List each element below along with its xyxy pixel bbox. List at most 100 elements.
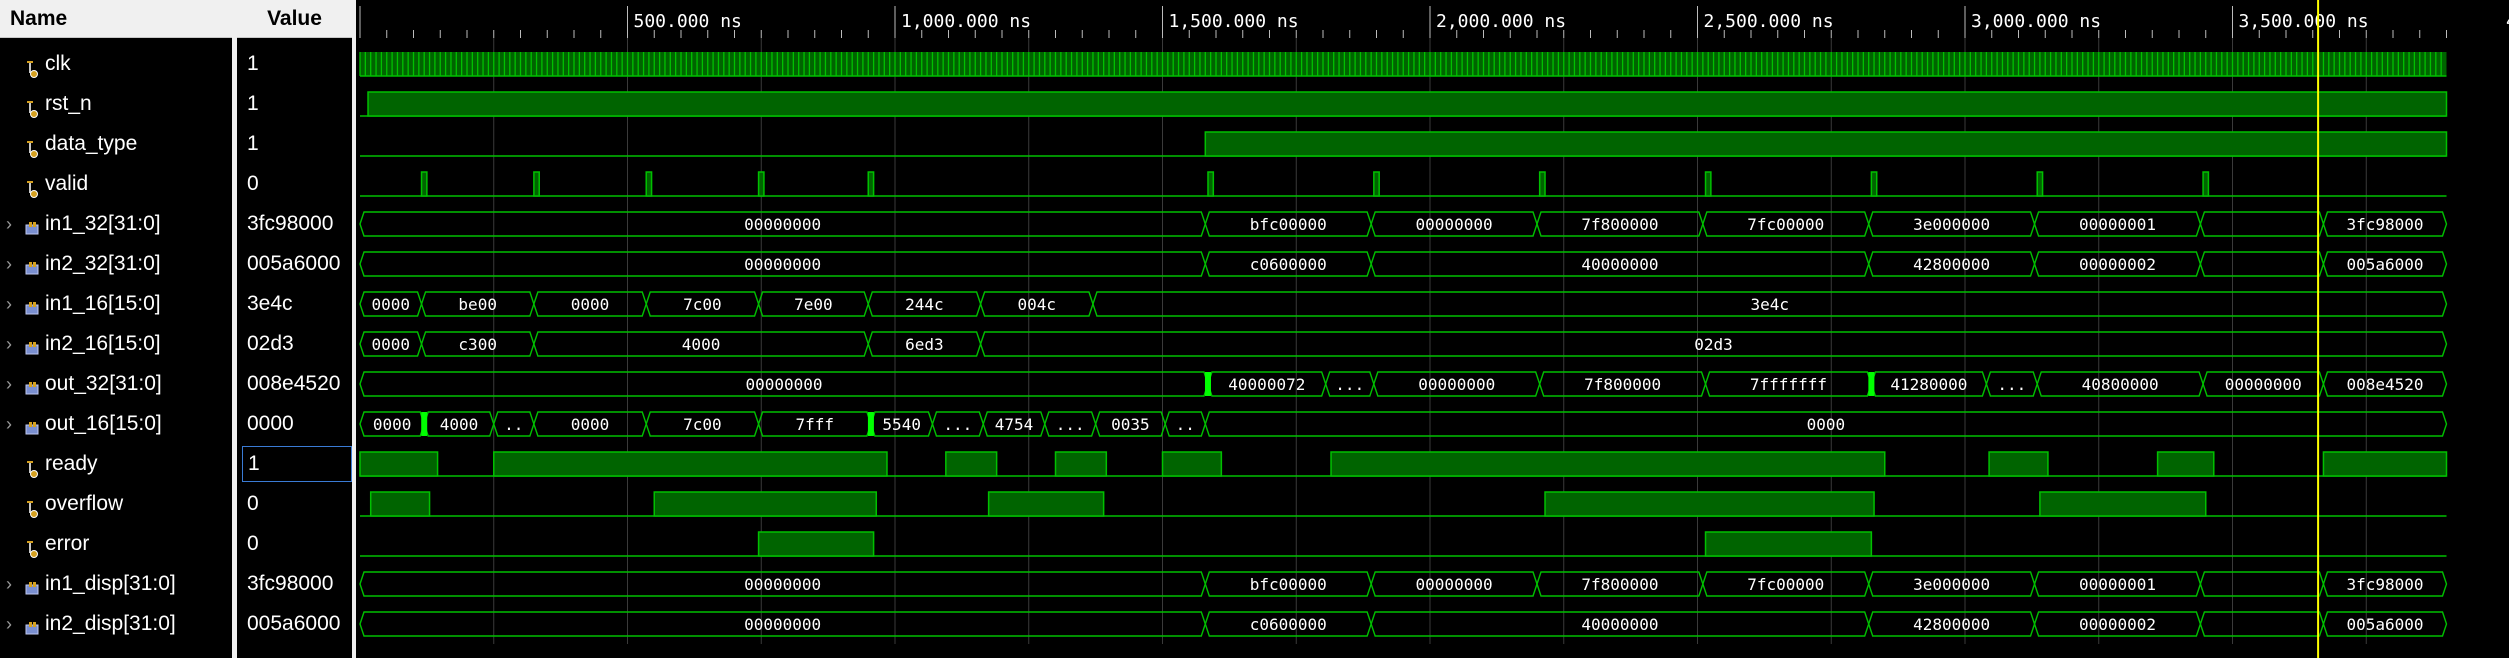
waveform-error[interactable] [360,531,2447,557]
name-column-header[interactable]: Name [0,0,232,38]
bit-high-pulse [1870,171,1878,197]
bus-value-label: 41280000 [1890,375,1967,394]
expand-chevron-icon[interactable]: › [6,604,12,644]
bit-high-pulse [2156,451,2215,477]
wire-icon [24,174,40,198]
bus-value-label: 4000 [440,415,479,434]
signal-value[interactable]: 3fc98000 [237,204,352,244]
signal-name: clk [45,52,71,75]
waveform-valid[interactable] [360,171,2447,197]
bus-value-label: 7c00 [683,295,722,314]
wire-icon [24,94,40,118]
expand-chevron-icon[interactable]: › [6,364,12,404]
signal-row-in2-disp[interactable]: › in2_disp[31:0] [0,604,232,644]
bus-value-label: 40000000 [1581,615,1658,634]
signal-value[interactable]: 3fc98000 [237,564,352,604]
waveform-in1-16[interactable]: 0000 be00 0000 7c00 7e00 244c 004c 3e4c [359,291,2448,317]
signal-row-data-type[interactable]: data_type [0,124,232,164]
bus-value-label: ... [1997,375,2026,394]
expand-chevron-icon[interactable]: › [6,244,12,284]
value-column-header[interactable]: Value [237,0,352,38]
bit-high-pulse [1330,451,1886,477]
waveform-canvas[interactable]: 500.000 ns 1,000.000 ns 1,500.000 ns 2,000.… [356,0,2509,658]
signal-row-ready[interactable]: ready [0,444,232,484]
bus-value-label: 00000000 [1416,575,1493,594]
waveform-in2-16[interactable]: 0000 c300 4000 6ed3 02d3 [359,331,2448,357]
bus-value-label: ... [943,415,972,434]
bus-value-label: 3e4c [1750,295,1789,314]
bus-value-label: c0600000 [1250,255,1327,274]
waveform-svg[interactable]: 500.000 ns 1,000.000 ns 1,500.000 ns 2,000.… [356,0,2509,658]
bit-high-pulse [757,531,875,557]
signal-row-in1-disp[interactable]: › in1_disp[31:0] [0,564,232,604]
bus-value-label: 4754 [995,415,1034,434]
signal-name: error [45,532,90,555]
waveform-out-16[interactable]: 0000 4000.. 0000 7c00 7fff 5540... 4754... 0035… [359,411,2448,437]
bus-value-label: 00000000 [1416,215,1493,234]
bus-value-label: 4000 [682,335,721,354]
bus-value-label: 0000 [373,415,412,434]
bus-value-label: 7fffffff [1750,375,1827,394]
expand-chevron-icon[interactable]: › [6,564,12,604]
waveform-data-type[interactable] [360,131,2448,157]
signal-row-out-16[interactable]: › out_16[15:0] [0,404,232,444]
expand-chevron-icon[interactable]: › [6,284,12,324]
signal-value[interactable]: 005a6000 [237,604,352,644]
signal-value[interactable]: 0 [237,164,352,204]
bus-value-label: 3fc98000 [2346,575,2423,594]
signal-row-clk[interactable]: clk [0,44,232,84]
bus-value-label: 7f800000 [1581,215,1658,234]
bus-value-label: 004c [1018,295,1057,314]
waveform-ready[interactable] [359,451,2448,477]
signal-row-out-32[interactable]: › out_32[31:0] [0,364,232,404]
signal-name: valid [45,172,89,195]
bit-high-pulse [987,491,1105,517]
signal-row-in2-16[interactable]: › in2_16[15:0] [0,324,232,364]
waveform-in1-disp[interactable]: 00000000 bfc00000 00000000 7f800000 7fc00000… [359,571,2448,597]
signal-row-rst-n[interactable]: rst_n [0,84,232,124]
bus-icon [24,214,40,235]
signal-value[interactable]: 008e4520 [237,364,352,404]
bit-high-pulse [1161,451,1223,477]
bus-value-label: 7c00 [683,415,722,434]
waveform-rst-n[interactable] [360,91,2448,117]
signal-row-in2-32[interactable]: › in2_32[31:0] [0,244,232,284]
signal-row-in1-16[interactable]: › in1_16[15:0] [0,284,232,324]
bus-value-label: 00000000 [744,615,821,634]
signal-value[interactable]: 005a6000 [237,244,352,284]
signal-row-in1-32[interactable]: › in1_32[31:0] [0,204,232,244]
signal-name-column: clk rst_n data_type valid › in1_32[31:0] › in2_… [0,0,232,658]
bus-value-label: 3fc98000 [2346,215,2423,234]
signal-value[interactable]: 0 [237,484,352,524]
signal-value[interactable]: 1 [242,446,352,482]
bus-value-label: 00000002 [2079,615,2156,634]
bus-value-label: 00000000 [745,375,822,394]
waveform-in2-32[interactable]: 00000000 c0600000 40000000 42800000 00000002… [359,251,2448,277]
signal-row-valid[interactable]: valid [0,164,232,204]
wire-icon [24,454,40,478]
expand-chevron-icon[interactable]: › [6,204,12,244]
signal-row-overflow[interactable]: overflow [0,484,232,524]
bit-high-pulse [1204,131,2448,157]
signal-value[interactable]: 1 [237,84,352,124]
bit-high-pulse [757,171,765,197]
waveform-in2-disp[interactable]: 00000000 c0600000 40000000 42800000 00000002… [359,611,2448,637]
bus-value-label: 244c [905,295,944,314]
bus-value-label: 40800000 [2082,375,2159,394]
waveform-in1-32[interactable]: 00000000 bfc00000 00000000 7f800000 7fc00000… [359,211,2448,237]
waveform-out-32[interactable]: 00000000 40000072... 00000000 7f800000 7ffff… [359,371,2448,397]
signal-value[interactable]: 3e4c [237,284,352,324]
bus-value-label: 0000 [371,335,410,354]
signal-value[interactable]: 1 [237,44,352,84]
waveform-overflow[interactable] [360,491,2447,517]
bit-high-pulse [653,491,878,517]
signal-value[interactable]: 0 [237,524,352,564]
signal-value[interactable]: 0000 [237,404,352,444]
expand-chevron-icon[interactable]: › [6,324,12,364]
bus-value-label: 7fc00000 [1747,215,1824,234]
expand-chevron-icon[interactable]: › [6,404,12,444]
signal-row-error[interactable]: error [0,524,232,564]
waveform-clk[interactable] [359,52,2447,77]
signal-value[interactable]: 1 [237,124,352,164]
signal-value[interactable]: 02d3 [237,324,352,364]
